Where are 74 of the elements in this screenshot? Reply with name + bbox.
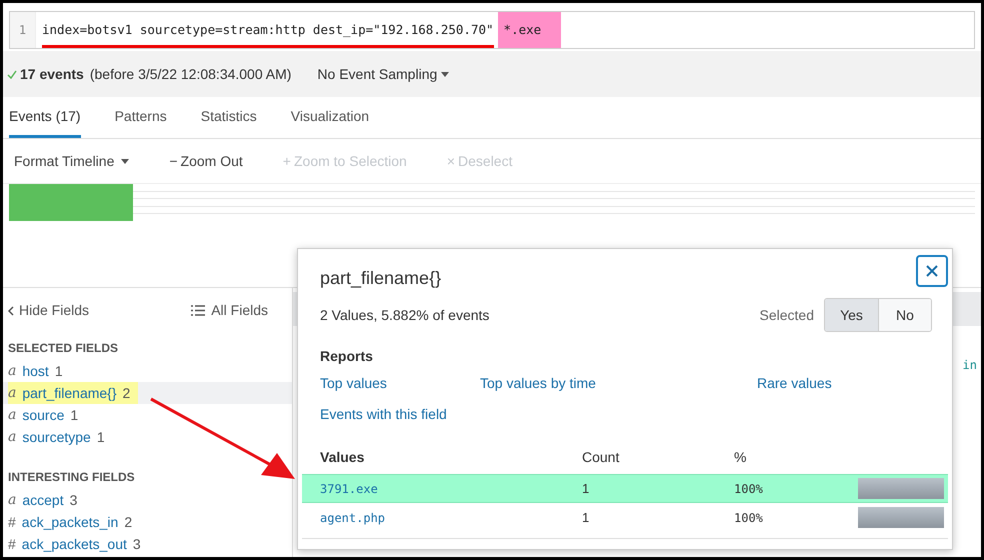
- close-icon: [926, 265, 938, 277]
- field-name: accept: [22, 490, 64, 510]
- event-text: in: [962, 357, 977, 374]
- report-link[interactable]: Top values by time: [480, 373, 596, 394]
- field-type-icon: a: [8, 360, 16, 382]
- percent-text: 100%: [734, 510, 764, 526]
- check-icon: [7, 70, 17, 78]
- field-count: 2: [124, 512, 132, 532]
- field-name: source: [22, 406, 64, 424]
- field-name: part_filename{}: [22, 384, 117, 403]
- section-heading: INTERESTING FIELDS: [8, 469, 136, 486]
- field-row[interactable]: a source 1: [3, 404, 292, 426]
- field-type-icon: a: [8, 404, 16, 426]
- search-bar[interactable]: 1 index=botsv1 sourcetype=stream:http dest_ip="192.168.250.70" *.exe: [9, 11, 975, 49]
- line-number: 1: [10, 12, 36, 48]
- reports-heading: Reports: [320, 347, 374, 366]
- hide-fields-button[interactable]: Hide Fields: [8, 300, 90, 321]
- format-timeline-dropdown[interactable]: Format Timeline: [14, 150, 130, 172]
- field-type-icon: a: [8, 490, 16, 510]
- column-header: Values: [320, 448, 366, 467]
- count-text: 1: [582, 480, 590, 498]
- toggle-option[interactable]: No: [878, 299, 931, 331]
- field-type-icon: a: [8, 382, 16, 404]
- tab[interactable]: Events (17): [9, 97, 81, 138]
- field-row[interactable]: # ack_packets_in 2: [3, 511, 292, 533]
- field-row[interactable]: a accept 3: [3, 489, 292, 511]
- query-text: *.exe: [498, 12, 562, 48]
- query-text: index=botsv1 sourcetype=stream:http dest_ip="192.168.250.70": [42, 12, 494, 48]
- column-header: Count: [582, 448, 620, 467]
- report-link[interactable]: Rare values: [757, 373, 832, 394]
- report-link[interactable]: Events with this field: [320, 404, 447, 425]
- popup-title: part_filename{}: [320, 267, 442, 290]
- field-count: 3: [70, 490, 78, 510]
- timeline-action-button[interactable]: − Zoom Out: [169, 150, 243, 172]
- toggle-option[interactable]: Yes: [825, 299, 878, 331]
- field-count: 3: [132, 534, 141, 554]
- field-name: sourcetype: [22, 428, 91, 447]
- value-row[interactable]: 3791.exe 1 100%: [302, 474, 948, 503]
- field-type-icon: #: [8, 512, 16, 532]
- popup-summary: 2 Values, 5.882% of events: [320, 306, 490, 324]
- field-count: 1: [54, 362, 63, 380]
- sampling-dropdown[interactable]: No Event Sampling: [317, 64, 450, 84]
- event-count: 17 events: [20, 64, 84, 84]
- field-row[interactable]: a part_filename{} 2: [3, 382, 292, 404]
- field-name: host: [22, 362, 49, 380]
- selected-label: Selected: [760, 306, 814, 324]
- field-row[interactable]: a host 1: [3, 360, 292, 382]
- field-name: ack_packets_out: [22, 534, 127, 554]
- field-type-icon: a: [8, 426, 16, 448]
- value-text: agent.php: [320, 510, 386, 526]
- close-button[interactable]: [916, 255, 948, 287]
- field-name: ack_packets_in: [22, 512, 118, 532]
- all-fields-button[interactable]: All Fields: [191, 300, 268, 321]
- chevron-left-icon: [8, 306, 14, 316]
- count-text: 1: [582, 508, 590, 527]
- report-link[interactable]: Top values: [320, 373, 387, 394]
- field-row[interactable]: a sourcetype 1: [3, 426, 292, 448]
- tab[interactable]: Visualization: [290, 97, 370, 138]
- caret-icon: [121, 158, 130, 164]
- value-row[interactable]: agent.php 1 100%: [302, 503, 948, 532]
- caret-icon: [441, 72, 450, 76]
- field-row[interactable]: # ack_packets_out 3: [3, 533, 292, 555]
- column-header: %: [734, 448, 748, 467]
- tab[interactable]: Statistics: [200, 97, 257, 138]
- tab[interactable]: Patterns: [114, 97, 167, 138]
- field-count: 1: [96, 428, 105, 446]
- section-heading: SELECTED FIELDS: [8, 340, 120, 357]
- value-text: 3791.exe: [320, 480, 379, 498]
- percent-text: 100%: [734, 480, 764, 498]
- field-count: 2: [122, 384, 130, 402]
- field-count: 1: [70, 406, 78, 424]
- event-time-range: (before 3/5/22 12:08:34.000 AM): [90, 64, 292, 84]
- list-icon: [191, 305, 206, 316]
- field-type-icon: #: [8, 534, 16, 554]
